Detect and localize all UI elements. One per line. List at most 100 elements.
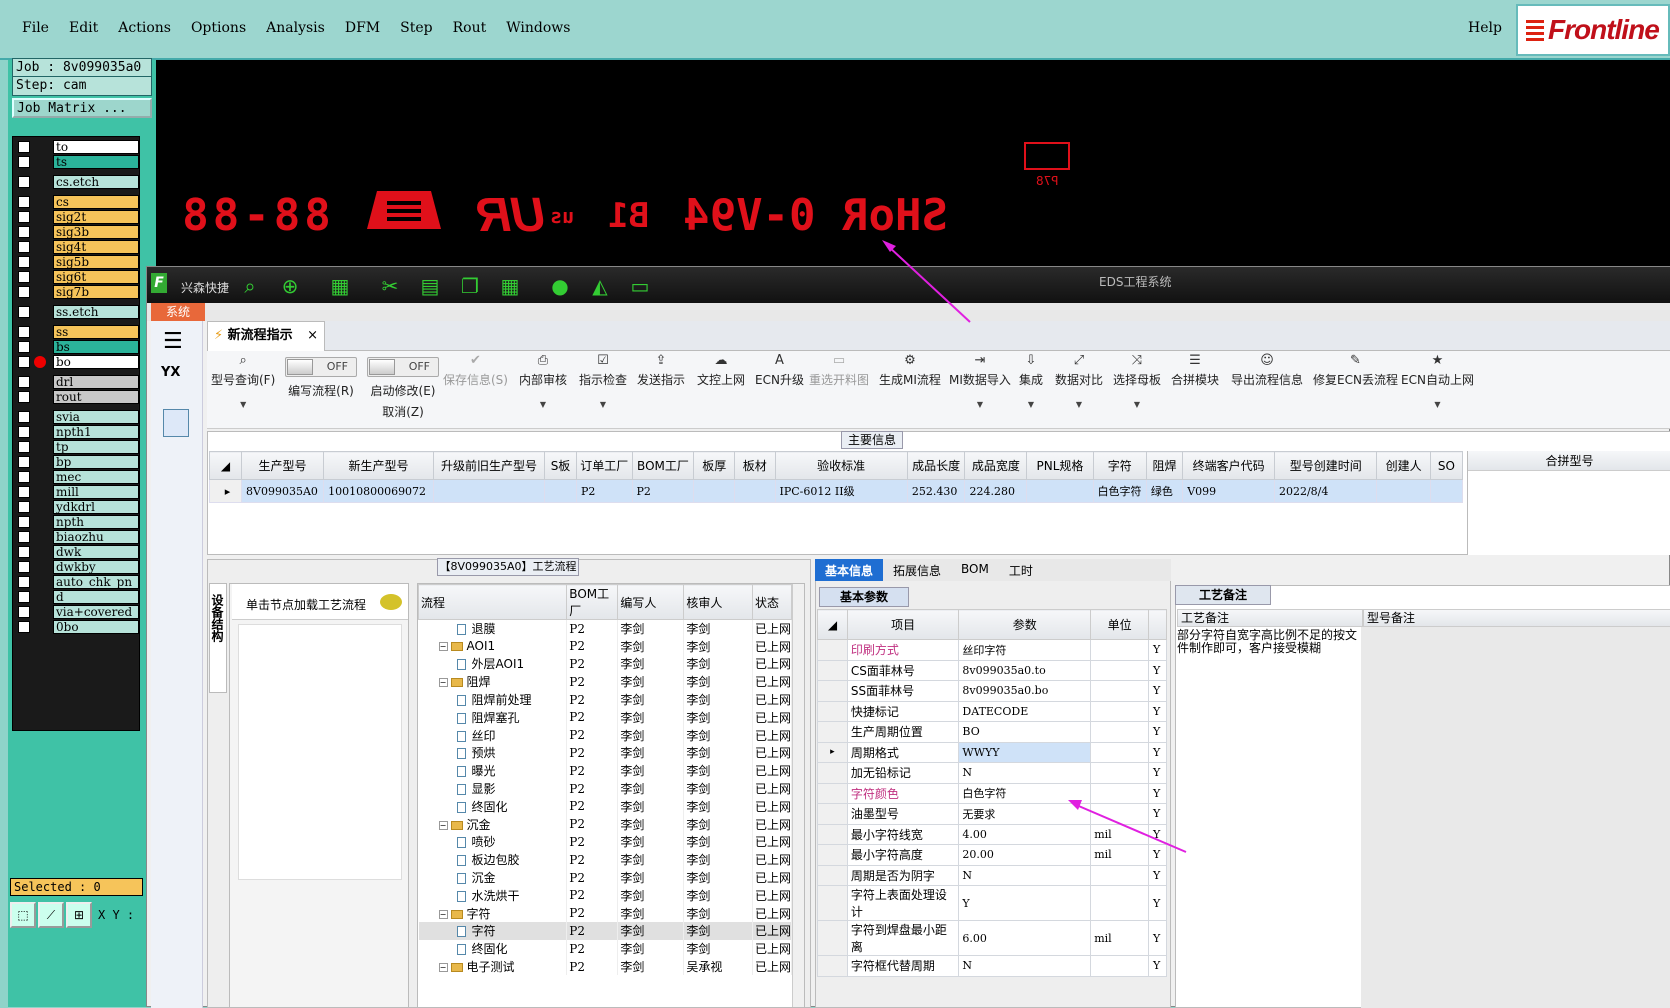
layer-checkbox[interactable] [18, 500, 30, 513]
layer-name[interactable]: mec [53, 469, 139, 484]
param-value[interactable]: Y [958, 885, 1092, 921]
param-value[interactable]: BO [958, 721, 1092, 743]
param-row[interactable]: 字符颜色 白色字符 Y [817, 782, 1167, 804]
param-row[interactable]: 最小字符线宽 4.00 mil Y [817, 823, 1167, 845]
menu-step[interactable]: Step [400, 20, 432, 36]
tree-scrollbar[interactable] [792, 584, 804, 1007]
tree-node[interactable]: 板边包胶 [418, 850, 568, 869]
toolbar-button-11[interactable]: ⇥ MI数据导入 ▼ [949, 351, 1011, 409]
main-cell[interactable]: P2 [576, 479, 633, 503]
param-row[interactable]: 印刷方式 丝印字符 Y [817, 639, 1167, 661]
tab-new-process[interactable]: ⚡ 新流程指示 × [207, 321, 325, 351]
layer-row-sig4t[interactable]: sig4t [15, 239, 139, 254]
search-icon[interactable]: ⌕ [239, 275, 261, 297]
layer-row-ss.etch[interactable]: ss.etch [15, 304, 139, 319]
toolbar-button-14[interactable]: ⤨ 选择母板 ▼ [1113, 351, 1161, 409]
param-value[interactable]: 无要求 [958, 803, 1092, 825]
layer-row-sig5b[interactable]: sig5b [15, 254, 139, 269]
tree-node[interactable]: 显影 [418, 779, 568, 798]
main-col-header[interactable]: 成品宽度 [964, 451, 1028, 480]
tree-row[interactable]: 预烘 P2 李剑 李剑 已上网 [418, 744, 793, 762]
layer-row-npth1[interactable]: npth1 [15, 424, 139, 439]
menu-file[interactable]: File [22, 20, 49, 36]
main-col-header[interactable]: 型号创建时间 [1273, 451, 1378, 480]
tree-node[interactable]: 退膜 [418, 619, 568, 638]
toolbar-button-1[interactable]: OFF 编写流程(R) [285, 351, 357, 399]
param-row[interactable]: 生产周期位置 BO Y [817, 721, 1167, 743]
measure-icon[interactable]: ⟋ [38, 902, 64, 928]
toolbar-button-9[interactable]: ▭ 重选开料图 [809, 351, 869, 388]
layer-row-mec[interactable]: mec [15, 469, 139, 484]
toolbar-button-18[interactable]: ★ ECN自动上网 ▼ [1401, 351, 1474, 409]
zoom-box-icon[interactable]: ⬚ [10, 902, 36, 928]
toolbar-button-2[interactable]: OFF 启动修改(E) 取消(Z) [367, 351, 439, 420]
layer-name[interactable]: sig4t [53, 239, 139, 254]
tree-row[interactable]: 阻焊前处理 P2 李剑 李剑 已上网 [418, 690, 793, 709]
layer-name[interactable]: bp [53, 454, 139, 469]
layer-row-dwk[interactable]: dwk [15, 544, 139, 559]
main-col-header[interactable]: BOM工厂 [631, 451, 695, 480]
main-cell[interactable]: V099 [1182, 479, 1275, 503]
layer-name[interactable]: dwkby [53, 559, 139, 574]
layer-name[interactable]: sig3b [53, 224, 139, 239]
param-value[interactable]: 4.00 [958, 823, 1092, 845]
chart-icon[interactable]: ◭ [589, 275, 611, 297]
main-col-header[interactable]: 创建人 [1376, 451, 1431, 480]
tree-row[interactable]: − AOI1 P2 李剑 李剑 已上网 [418, 637, 793, 656]
main-cell[interactable] [433, 479, 545, 503]
layer-checkbox[interactable] [18, 195, 30, 208]
main-col-header[interactable]: 终端客户代码 [1182, 451, 1275, 480]
tree-row[interactable]: 丝印 P2 李剑 李剑 已上网 [418, 726, 793, 745]
param-value[interactable]: N [958, 864, 1092, 886]
toolbar-button-6[interactable]: ⇪ 发送指示 [637, 351, 685, 388]
tree-col-header[interactable]: 流程 [418, 584, 568, 620]
layer-checkbox[interactable] [18, 210, 30, 223]
collapse-icon[interactable]: − [438, 820, 448, 830]
layer-name[interactable]: biaozhu [53, 529, 139, 544]
param-col-header[interactable]: 单位 [1090, 609, 1149, 640]
tree-node[interactable]: 阻焊塞孔 [418, 708, 568, 727]
toolbar-button-0[interactable]: ⌕ 型号查询(F) ▼ [211, 351, 275, 409]
layer-name[interactable]: sig7b [53, 284, 139, 299]
layer-row-dwkby[interactable]: dwkby [15, 559, 139, 574]
layer-checkbox[interactable] [18, 530, 30, 543]
toolbar-button-5[interactable]: ☑ 指示检查 ▼ [579, 351, 627, 409]
tree-row[interactable]: 沉金 P2 李剑 李剑 已上网 [418, 868, 793, 887]
layer-row-ydkdrl[interactable]: ydkdrl [15, 499, 139, 514]
chevron-down-icon[interactable]: ▼ [949, 400, 1011, 409]
layer-checkbox[interactable] [18, 285, 30, 298]
tree-row[interactable]: − 字符 P2 李剑 李剑 已上网 [418, 904, 793, 923]
layer-name[interactable]: ydkdrl [53, 499, 139, 514]
tree-node[interactable]: 沉金 [418, 868, 568, 887]
toolbar-button-8[interactable]: A ECN升级 [755, 351, 804, 388]
layer-row-to[interactable]: to [15, 139, 139, 154]
layer-row-cs[interactable]: cs [15, 194, 139, 209]
toolbar-button-3[interactable]: ✔ 保存信息(S) [443, 351, 508, 388]
param-row[interactable]: CS面菲林号 8v099035a0.to Y [817, 659, 1167, 681]
param-row[interactable]: 字符框代替周期 N Y [817, 955, 1167, 977]
param-value[interactable]: 20.00 [958, 844, 1092, 866]
tree-node[interactable]: − 阻焊 [418, 672, 568, 691]
layer-checkbox[interactable] [18, 440, 30, 453]
main-cell[interactable] [543, 479, 578, 503]
menu-windows[interactable]: Windows [506, 20, 570, 36]
param-value[interactable]: DATECODE [958, 700, 1092, 722]
main-cell[interactable] [1026, 479, 1094, 503]
load-process-hint[interactable]: 单击节点加载工艺流程 [232, 584, 408, 620]
layer-checkbox[interactable] [18, 270, 30, 283]
main-cell[interactable]: 252.430 [906, 479, 966, 503]
tree-row[interactable]: 外层AOI1 P2 李剑 李剑 已上网 [418, 655, 793, 673]
layer-checkbox[interactable] [18, 545, 30, 558]
param-row[interactable]: ▸ 周期格式 WWYY Y [817, 741, 1167, 763]
layer-checkbox[interactable] [18, 605, 30, 618]
param-row[interactable]: 最小字符高度 20.00 mil Y [817, 844, 1167, 866]
hamburger-icon[interactable]: ☰ [163, 329, 183, 354]
layer-name[interactable]: ts [53, 154, 139, 169]
main-cell[interactable]: 白色字符 [1092, 479, 1147, 503]
toolbar-button-13[interactable]: ⤢ 数据对比 ▼ [1055, 351, 1103, 409]
tree-node[interactable]: 喷砂 [418, 833, 568, 851]
layer-checkbox[interactable] [18, 485, 30, 498]
layer-name[interactable]: mill [53, 484, 139, 499]
layer-name[interactable]: 0bo [53, 619, 139, 634]
layer-row-tp[interactable]: tp [15, 439, 139, 454]
